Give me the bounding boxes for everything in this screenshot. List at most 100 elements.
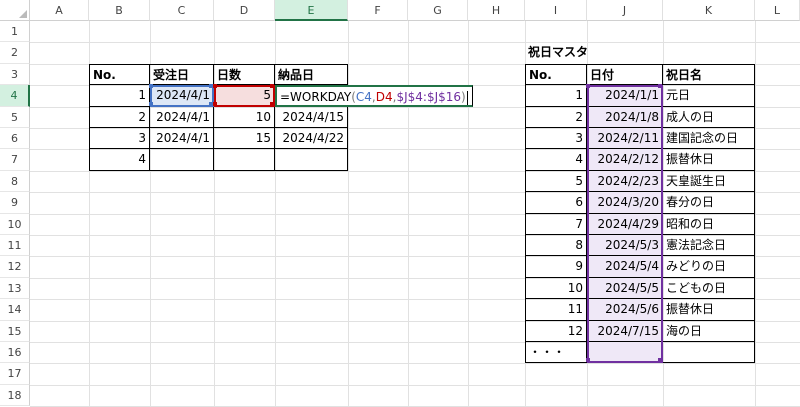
holiday-cell-date[interactable]: 2024/2/12: [587, 149, 663, 171]
column-header-e[interactable]: E: [275, 0, 348, 21]
row-header-4[interactable]: 4: [0, 85, 30, 107]
holiday-cell-name[interactable]: [663, 342, 755, 364]
holiday-cell-name[interactable]: 海の日: [663, 320, 755, 342]
column-header-c[interactable]: C: [150, 0, 214, 21]
holiday-cell-date[interactable]: 2024/5/4: [587, 256, 663, 278]
row-header-7[interactable]: 7: [0, 149, 30, 171]
row-header-18[interactable]: 18: [0, 384, 30, 407]
holiday-header-no[interactable]: No.: [525, 63, 587, 86]
orders-cell-delivery[interactable]: [275, 149, 348, 171]
holiday-ellipsis[interactable]: ・・・: [525, 342, 587, 364]
holiday-cell-date[interactable]: 2024/5/3: [587, 235, 663, 257]
holiday-cell-date[interactable]: 2024/1/1: [587, 85, 663, 107]
holiday-cell-date[interactable]: 2024/2/23: [587, 170, 663, 193]
orders-cell-no[interactable]: 2: [89, 106, 150, 128]
column-header-l[interactable]: L: [755, 0, 800, 21]
column-header-b[interactable]: B: [89, 0, 150, 21]
holiday-cell-date[interactable]: 2024/2/11: [587, 128, 663, 150]
holiday-cell-no[interactable]: 11: [525, 299, 587, 321]
holiday-cell-no[interactable]: 4: [525, 149, 587, 171]
formula-token-arg1: C4: [355, 90, 372, 105]
holiday-cell-no[interactable]: 10: [525, 277, 587, 300]
row-header-14[interactable]: 14: [0, 299, 30, 321]
row-header-11[interactable]: 11: [0, 235, 30, 257]
orders-cell-delivery[interactable]: 2024/4/22: [275, 128, 348, 150]
row-header-5[interactable]: 5: [0, 106, 30, 128]
holiday-cell-name[interactable]: 振替休日: [663, 299, 755, 321]
holiday-header-name[interactable]: 祝日名: [663, 63, 755, 86]
column-header-f[interactable]: F: [348, 0, 408, 21]
orders-cell-days[interactable]: 10: [214, 106, 275, 128]
column-header-a[interactable]: A: [30, 0, 89, 21]
holiday-cell-no[interactable]: 5: [525, 170, 587, 193]
gridline-horizontal: [30, 42, 800, 44]
column-header-h[interactable]: H: [468, 0, 525, 21]
holiday-cell-name[interactable]: 建国記念の日: [663, 128, 755, 150]
holiday-cell-date[interactable]: 2024/3/20: [587, 192, 663, 214]
orders-header-no[interactable]: No.: [89, 63, 150, 86]
row-header-13[interactable]: 13: [0, 277, 30, 300]
row-header-16[interactable]: 16: [0, 342, 30, 364]
holiday-cell-name[interactable]: 天皇誕生日: [663, 170, 755, 193]
holiday-cell-name[interactable]: 振替休日: [663, 149, 755, 171]
orders-header-delivery[interactable]: 納品日: [275, 63, 348, 86]
column-header-d[interactable]: D: [214, 0, 275, 21]
column-header-k[interactable]: K: [663, 0, 755, 21]
holiday-cell-no[interactable]: 9: [525, 256, 587, 278]
row-header-8[interactable]: 8: [0, 170, 30, 193]
column-header-g[interactable]: G: [408, 0, 468, 21]
holiday-header-date[interactable]: 日付: [587, 63, 663, 86]
holiday-cell-name[interactable]: 昭和の日: [663, 213, 755, 235]
orders-cell-no[interactable]: 4: [89, 149, 150, 171]
holiday-cell-date[interactable]: 2024/4/29: [587, 213, 663, 235]
active-cell-e4[interactable]: =WORKDAY(C4,D4,$J$4:$J$16): [275, 85, 473, 107]
column-header-j[interactable]: J: [587, 0, 663, 21]
holiday-cell-date[interactable]: [587, 342, 663, 364]
orders-cell-order-date[interactable]: 2024/4/1: [150, 106, 214, 128]
row-header-2[interactable]: 2: [0, 42, 30, 64]
holiday-cell-date[interactable]: 2024/1/8: [587, 106, 663, 128]
holiday-cell-name[interactable]: 春分の日: [663, 192, 755, 214]
row-header-1[interactable]: 1: [0, 21, 30, 43]
orders-cell-days[interactable]: 15: [214, 128, 275, 150]
holiday-cell-no[interactable]: 6: [525, 192, 587, 214]
holiday-master-title[interactable]: 祝日マスタ: [525, 42, 627, 63]
row-header-9[interactable]: 9: [0, 192, 30, 214]
holiday-cell-no[interactable]: 7: [525, 213, 587, 235]
orders-cell-days[interactable]: 5: [214, 85, 275, 107]
holiday-cell-no[interactable]: 8: [525, 235, 587, 257]
holiday-cell-no[interactable]: 3: [525, 128, 587, 150]
row-header-3[interactable]: 3: [0, 63, 30, 86]
holiday-cell-no[interactable]: 1: [525, 85, 587, 107]
gridline-horizontal: [30, 363, 800, 365]
holiday-cell-name[interactable]: こどもの日: [663, 277, 755, 300]
holiday-cell-date[interactable]: 2024/7/15: [587, 320, 663, 342]
orders-cell-no[interactable]: 1: [89, 85, 150, 107]
holiday-cell-name[interactable]: 憲法記念日: [663, 235, 755, 257]
orders-cell-delivery[interactable]: 2024/4/15: [275, 106, 348, 128]
row-header-10[interactable]: 10: [0, 213, 30, 235]
select-all-corner[interactable]: [0, 0, 30, 21]
column-header-i[interactable]: I: [525, 0, 587, 21]
orders-cell-order-date[interactable]: 2024/4/1: [150, 128, 214, 150]
holiday-cell-name[interactable]: 元日: [663, 85, 755, 107]
spreadsheet-grid[interactable]: A B C D E F G H I J K L 1 2 3 4 5 6 7 8 9 10 11 12 13 14 15 16 17 18 N…: [0, 0, 800, 407]
row-header-15[interactable]: 15: [0, 320, 30, 342]
orders-cell-order-date[interactable]: 2024/4/1: [150, 85, 214, 107]
holiday-cell-no[interactable]: 12: [525, 320, 587, 342]
text-cursor: [466, 90, 468, 105]
holiday-cell-name[interactable]: みどりの日: [663, 256, 755, 278]
holiday-cell-no[interactable]: 2: [525, 106, 587, 128]
orders-cell-order-date[interactable]: [150, 149, 214, 171]
holiday-cell-date[interactable]: 2024/5/6: [587, 299, 663, 321]
orders-header-order-date[interactable]: 受注日: [150, 63, 214, 86]
orders-cell-no[interactable]: 3: [89, 128, 150, 150]
row-header-6[interactable]: 6: [0, 128, 30, 150]
formula-token-arg3: $J$4:$J$16: [396, 90, 462, 105]
row-header-17[interactable]: 17: [0, 363, 30, 385]
orders-cell-days[interactable]: [214, 149, 275, 171]
holiday-cell-name[interactable]: 成人の日: [663, 106, 755, 128]
row-header-12[interactable]: 12: [0, 256, 30, 278]
orders-header-days[interactable]: 日数: [214, 63, 275, 86]
holiday-cell-date[interactable]: 2024/5/5: [587, 277, 663, 300]
